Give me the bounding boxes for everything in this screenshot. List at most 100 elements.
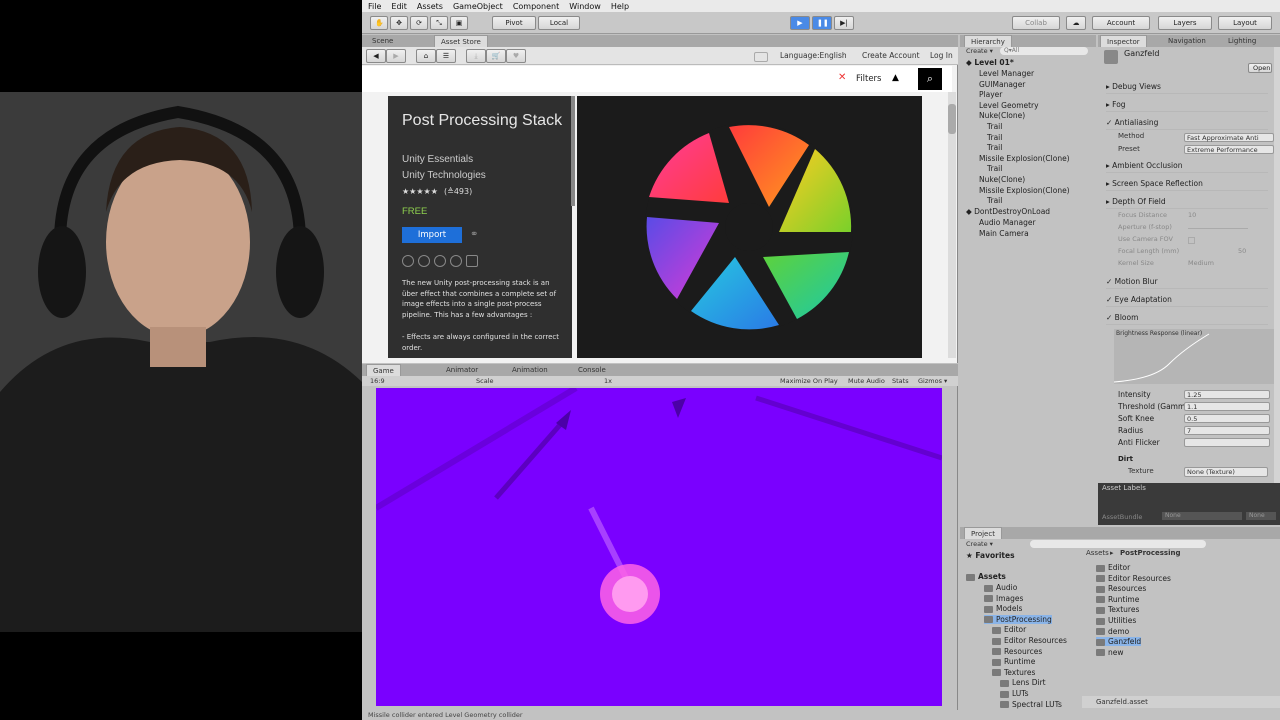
back-button[interactable]: ◀ xyxy=(366,49,386,63)
hierarchy-item[interactable]: Trail xyxy=(987,164,1002,173)
project-file[interactable]: Utilities xyxy=(1096,616,1136,625)
filters-toggle[interactable]: Filters xyxy=(856,74,881,84)
section-antialiasing[interactable]: ✓ Antialiasing xyxy=(1106,116,1268,130)
tab-console[interactable]: Console xyxy=(572,364,612,376)
gizmos-dropdown[interactable]: Gizmos ▾ xyxy=(918,377,947,385)
preset-dropdown[interactable]: Extreme Performance xyxy=(1184,145,1274,154)
product-publisher[interactable]: Unity Technologies xyxy=(402,170,486,181)
game-viewport[interactable] xyxy=(376,388,942,706)
section-screen-space-reflection[interactable]: ▸ Screen Space Reflection xyxy=(1106,177,1268,191)
hierarchy-item[interactable]: Nuke(Clone) xyxy=(979,175,1025,184)
menu-list-button[interactable]: ☰ xyxy=(436,49,456,63)
hierarchy-item[interactable]: Nuke(Clone) xyxy=(979,111,1025,120)
project-file[interactable]: Runtime xyxy=(1096,595,1139,604)
hierarchy-item[interactable]: Player xyxy=(979,90,1002,99)
import-button[interactable]: Import xyxy=(402,227,462,243)
project-tree-folder[interactable]: Images xyxy=(984,594,1023,603)
facebook-icon[interactable] xyxy=(434,255,446,267)
share-icon[interactable] xyxy=(402,255,414,267)
asset-bundle-dropdown[interactable]: None xyxy=(1162,512,1242,520)
message-icon[interactable] xyxy=(754,52,768,62)
bloom-field-value[interactable]: 0.5 xyxy=(1184,414,1270,423)
hierarchy-create-dropdown[interactable]: Create ▾ xyxy=(966,47,993,55)
section-bloom[interactable]: ✓ Bloom xyxy=(1106,311,1268,325)
tab-game[interactable]: Game xyxy=(366,364,401,376)
project-create-dropdown[interactable]: Create ▾ xyxy=(966,540,993,548)
project-tree-folder[interactable]: Models xyxy=(984,604,1022,613)
aperture-slider[interactable] xyxy=(1188,228,1248,229)
section-motion-blur[interactable]: ✓ Motion Blur xyxy=(1106,275,1268,289)
hierarchy-item[interactable]: Trail xyxy=(987,196,1002,205)
search-button[interactable]: ⌕ xyxy=(918,68,942,90)
assets-root-folder[interactable]: Assets xyxy=(966,572,1006,581)
menu-gameobject[interactable]: GameObject xyxy=(453,2,503,11)
project-file[interactable]: Resources xyxy=(1096,584,1146,593)
step-button[interactable]: ▶| xyxy=(834,16,854,30)
section-fog[interactable]: ▸ Fog xyxy=(1106,98,1268,112)
hierarchy-item-main-camera[interactable]: Main Camera xyxy=(979,229,1029,238)
cloud-button[interactable]: ☁ xyxy=(1066,16,1086,30)
breadcrumb-assets[interactable]: Assets xyxy=(1086,549,1109,557)
section-eye-adaptation[interactable]: ✓ Eye Adaptation xyxy=(1106,293,1268,307)
home-button[interactable]: ⌂ xyxy=(416,49,436,63)
bloom-field-row[interactable]: Intensity 1.25 xyxy=(1118,389,1280,400)
inspector-scrollbar[interactable] xyxy=(1274,47,1280,483)
hand-tool-button[interactable]: ✋ xyxy=(370,16,388,30)
project-file[interactable]: Ganzfeld xyxy=(1096,637,1142,647)
checkbox-checked-icon[interactable]: ✓ xyxy=(1106,295,1115,304)
aspect-dropdown[interactable]: 16:9 xyxy=(370,377,385,385)
hierarchy-item[interactable]: Trail xyxy=(987,133,1002,142)
status-bar[interactable]: Missile collider entered Level Geometry … xyxy=(362,710,958,720)
maximize-on-play-toggle[interactable]: Maximize On Play xyxy=(780,377,838,385)
store-search-bar[interactable]: ✕ Filters ▲ ⌕ xyxy=(362,66,952,92)
tab-inspector[interactable]: Inspector xyxy=(1100,35,1147,47)
wishlist-button[interactable]: ♥ xyxy=(506,49,526,63)
dof-field-value[interactable]: 10 xyxy=(1188,211,1196,219)
bloom-field-value[interactable]: 7 xyxy=(1184,426,1270,435)
bloom-field-value[interactable]: 1.25 xyxy=(1184,390,1270,399)
project-tree-folder[interactable]: Spectral LUTs xyxy=(1000,700,1062,709)
tab-animator[interactable]: Animator xyxy=(440,364,484,376)
product-category[interactable]: Unity Essentials xyxy=(402,154,473,165)
use-camera-fov-checkbox[interactable] xyxy=(1188,237,1195,244)
menu-window[interactable]: Window xyxy=(569,2,601,11)
pause-button[interactable]: ❚❚ xyxy=(812,16,832,30)
login-link[interactable]: Log In xyxy=(930,51,953,60)
local-toggle[interactable]: Local xyxy=(538,16,580,30)
open-button[interactable]: Open xyxy=(1248,63,1272,73)
store-scroll-thumb[interactable] xyxy=(948,104,956,134)
info-scrollbar[interactable] xyxy=(571,96,575,206)
dof-field-row[interactable]: Focal Length (mm) 50 xyxy=(1118,247,1276,259)
section-debug-views[interactable]: ▸ Debug Views xyxy=(1106,80,1268,94)
tab-animation[interactable]: Animation xyxy=(506,364,554,376)
create-account-link[interactable]: Create Account xyxy=(862,51,920,60)
move-tool-button[interactable]: ✥ xyxy=(390,16,408,30)
section-depth-of-field[interactable]: ▸ Depth Of Field xyxy=(1106,195,1268,209)
method-dropdown[interactable]: Fast Approximate Anti xyxy=(1184,133,1274,142)
dof-field-value[interactable]: 50 xyxy=(1238,247,1246,255)
cart-button[interactable]: 🛒 xyxy=(486,49,506,63)
play-button[interactable]: ▶ xyxy=(790,16,810,30)
googleplus-icon[interactable] xyxy=(450,255,462,267)
tab-hierarchy[interactable]: Hierarchy xyxy=(964,35,1012,47)
menu-assets[interactable]: Assets xyxy=(417,2,443,11)
project-file[interactable]: demo xyxy=(1096,627,1129,636)
rating-count[interactable]: (≜493) xyxy=(444,187,472,196)
favorites-folder[interactable]: ★ Favorites xyxy=(966,551,1015,560)
link-icon[interactable]: ⚭ xyxy=(470,229,478,240)
hierarchy-item[interactable]: Missile Explosion(Clone) xyxy=(979,186,1070,195)
menu-component[interactable]: Component xyxy=(513,2,559,11)
bloom-field-row[interactable]: Anti Flicker xyxy=(1118,437,1280,448)
hierarchy-item[interactable]: Trail xyxy=(987,122,1002,131)
dof-field-row[interactable]: Kernel Size Medium xyxy=(1118,259,1276,271)
project-search-input[interactable] xyxy=(1030,540,1206,548)
download-button[interactable]: ⤓ xyxy=(466,49,486,63)
hierarchy-item[interactable]: Level Manager xyxy=(979,69,1034,78)
project-file[interactable]: Editor Resources xyxy=(1096,574,1171,583)
forward-button[interactable]: ▶ xyxy=(386,49,406,63)
asset-bundle-variant-dropdown[interactable]: None xyxy=(1246,512,1276,520)
collab-button[interactable]: Collab xyxy=(1012,16,1060,30)
hierarchy-item[interactable]: Level Geometry xyxy=(979,101,1039,110)
scale-value[interactable]: 1x xyxy=(604,377,612,385)
twitter-icon[interactable] xyxy=(418,255,430,267)
